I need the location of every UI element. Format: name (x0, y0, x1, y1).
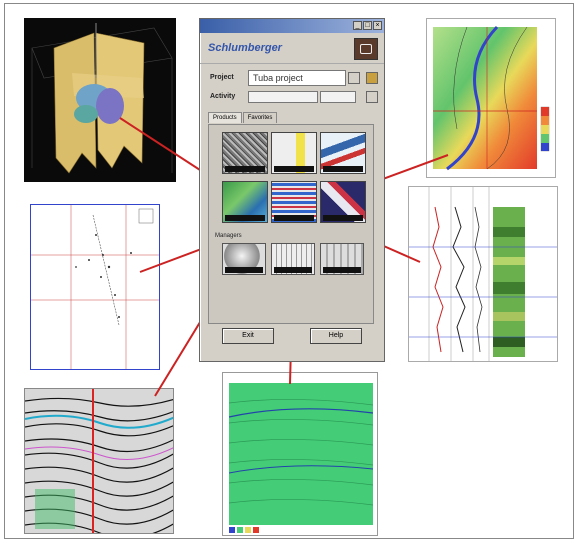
activity-select[interactable] (248, 91, 318, 103)
manager-label-2 (274, 267, 312, 273)
manager-label-1 (225, 267, 263, 273)
product-label-1 (225, 166, 265, 172)
manager-tile-2[interactable] (271, 243, 315, 275)
exit-button[interactable]: Exit (222, 328, 274, 344)
close-icon[interactable]: × (373, 21, 382, 30)
minimize-icon[interactable]: _ (353, 21, 362, 30)
seismic-section-graphic (25, 389, 173, 533)
project-value: Tuba project (253, 73, 303, 83)
product-label-5 (274, 215, 314, 221)
managers-label: Managers (215, 233, 242, 239)
dialog-titlebar[interactable]: _ □ × (200, 19, 384, 33)
product-tile-3[interactable] (320, 132, 366, 174)
product-label-3 (323, 166, 363, 172)
panel-well-logs[interactable] (408, 186, 558, 362)
panel-3d-volume[interactable] (24, 18, 176, 182)
products-panel: Managers (208, 124, 374, 324)
launcher-dialog: _ □ × Schlumberger Project Tuba project … (199, 18, 385, 362)
product-tile-2[interactable] (271, 132, 317, 174)
product-label-4 (225, 215, 265, 221)
contour-map-graphic (433, 25, 550, 171)
tab-products[interactable]: Products (208, 112, 242, 123)
project-label: Project (210, 74, 234, 81)
project-tool-icon[interactable] (366, 72, 378, 84)
help-button[interactable]: Help (310, 328, 362, 344)
product-label-2 (274, 166, 314, 172)
panel-contour-map[interactable] (426, 18, 556, 178)
manager-tile-1[interactable] (222, 243, 266, 275)
product-tile-5[interactable] (271, 181, 317, 223)
dialog-tabs: Products Favorites (208, 112, 278, 123)
seismic-interpretation-graphic (228, 383, 374, 533)
project-select[interactable]: Tuba project (248, 70, 346, 86)
basemap-graphic (31, 205, 159, 369)
product-label-6 (323, 215, 363, 221)
3d-volume-graphic (31, 23, 173, 174)
activity-tool-icon[interactable] (366, 91, 378, 103)
company-logo-icon (354, 38, 378, 60)
panel-seismic-interpretation[interactable] (222, 372, 378, 536)
manager-tile-3[interactable] (320, 243, 364, 275)
manager-label-3 (323, 267, 361, 273)
dialog-header: Schlumberger (200, 33, 384, 64)
tab-favorites[interactable]: Favorites (242, 112, 278, 123)
well-logs-graphic (409, 187, 557, 361)
panel-seismic-section[interactable] (24, 388, 174, 534)
panel-basemap[interactable] (30, 204, 160, 370)
project-dropdown-icon[interactable] (348, 72, 360, 84)
brand-logo-text: Schlumberger (208, 42, 282, 54)
activity-extra-field[interactable] (320, 91, 356, 103)
product-tile-1[interactable] (222, 132, 268, 174)
maximize-icon[interactable]: □ (363, 21, 372, 30)
product-tile-6[interactable] (320, 181, 366, 223)
product-tile-4[interactable] (222, 181, 268, 223)
activity-label: Activity (210, 93, 236, 100)
